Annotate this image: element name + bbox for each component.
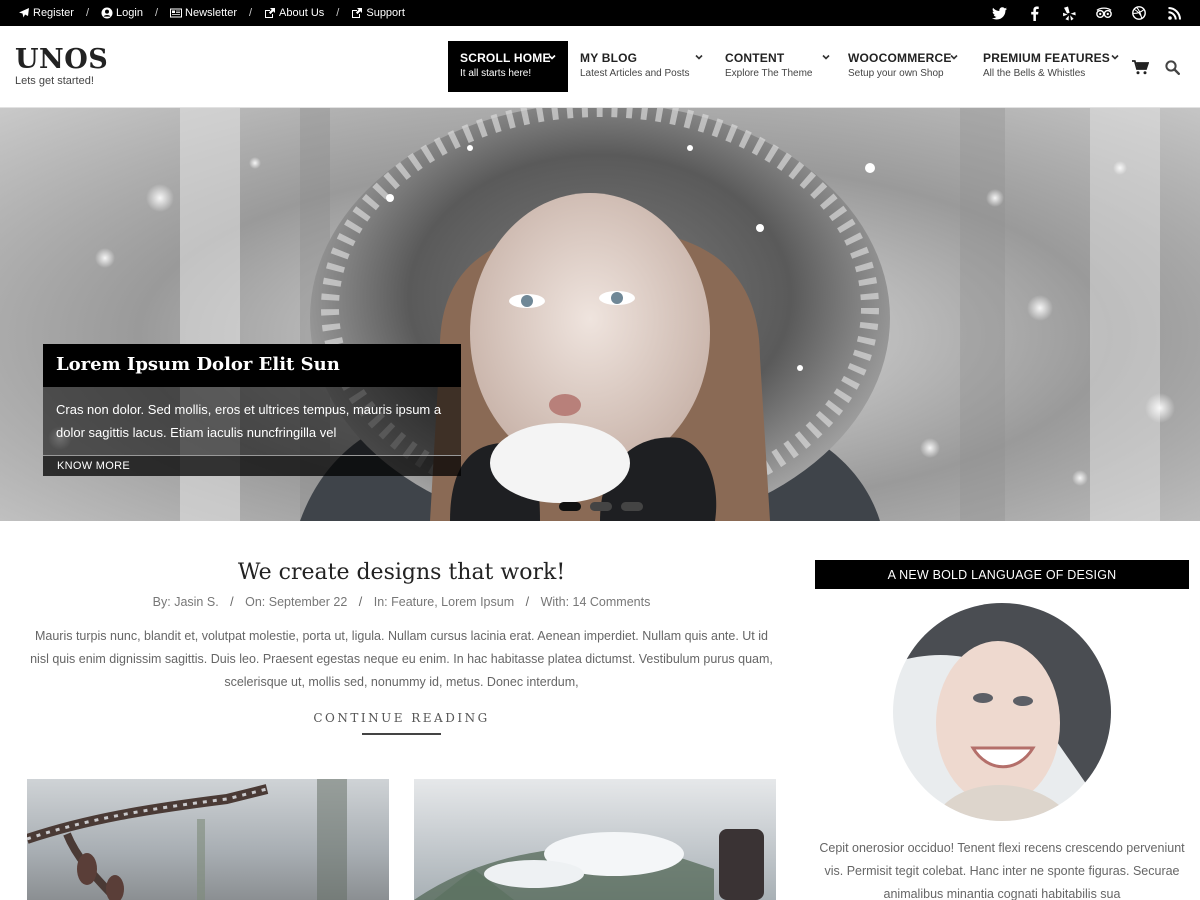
newsletter-link[interactable]: Newsletter (170, 7, 237, 19)
login-link[interactable]: Login (101, 7, 143, 19)
nav-item-premium-features[interactable]: PREMIUM FEATURES All the Bells & Whistle… (971, 41, 1121, 92)
register-label: Register (33, 7, 74, 19)
post-meta: By: Jasin S. / On: September 22 / In: Fe… (27, 595, 776, 609)
top-links: Register / Login / Newsletter / About Us… (18, 0, 405, 26)
facebook-icon[interactable] (1026, 5, 1042, 21)
chevron-down-icon (950, 54, 958, 60)
user-icon (101, 7, 113, 19)
paper-plane-icon (19, 8, 29, 18)
widget-text: Cepit onerosior occiduo! Tenent flexi re… (819, 841, 1185, 900)
hero-slider[interactable]: Lorem Ipsum Dolor Elit Sun Cras non dolo… (0, 108, 1200, 521)
site-tagline: Lets get started! (15, 75, 94, 87)
meta-author[interactable]: Jasin S. (174, 595, 218, 609)
meta-in-label: In: (373, 595, 388, 609)
social-links (972, 0, 1182, 26)
meta-categories[interactable]: Feature, Lorem Ipsum (391, 595, 514, 609)
post-thumbnail-1[interactable] (27, 779, 389, 900)
meta-with-label: With: (540, 595, 570, 609)
support-link[interactable]: Support (351, 7, 405, 19)
chevron-down-icon (822, 54, 830, 60)
nav-item-content[interactable]: CONTENT Explore The Theme (713, 41, 836, 92)
chevron-down-icon (695, 54, 703, 60)
meta-date[interactable]: September 22 (269, 595, 348, 609)
nav-subtitle: Explore The Theme (725, 68, 813, 79)
cart-icon[interactable] (1130, 57, 1150, 77)
external-link-icon (265, 8, 276, 18)
slider-dot-2[interactable] (590, 502, 612, 511)
slider-dots (559, 502, 652, 511)
register-link[interactable]: Register (18, 7, 74, 19)
nav-subtitle: Setup your own Shop (848, 68, 944, 79)
main-nav: SCROLL HOME It all starts here! MY BLOG … (448, 41, 1121, 92)
meta-on-label: On: (245, 595, 266, 609)
site-logo[interactable]: UNOS (15, 44, 108, 75)
post-excerpt: Mauris turpis nunc, blandit et, volutpat… (30, 629, 773, 689)
hero-caption: Lorem Ipsum Dolor Elit Sun Cras non dolo… (43, 344, 461, 476)
nav-title: MY BLOG (580, 51, 638, 65)
nav-subtitle: All the Bells & Whistles (983, 68, 1086, 79)
support-label: Support (366, 7, 405, 19)
yelp-icon[interactable] (1061, 5, 1077, 21)
slider-dot-3[interactable] (621, 502, 643, 511)
chevron-down-icon (1111, 54, 1119, 60)
slider-dot-1[interactable] (559, 502, 581, 511)
nav-item-scroll-home[interactable]: SCROLL HOME It all starts here! (448, 41, 568, 92)
nav-subtitle: It all starts here! (460, 68, 532, 79)
top-separator: / (336, 7, 340, 19)
external-link-icon (352, 8, 363, 18)
nav-item-woocommerce[interactable]: WOOCOMMERCE Setup your own Shop (836, 41, 971, 92)
login-label: Login (116, 7, 143, 19)
dribbble-icon[interactable] (1131, 5, 1147, 21)
nav-subtitle: Latest Articles and Posts (580, 68, 690, 79)
snowy-pine-image (414, 829, 764, 900)
continue-reading-link[interactable]: CONTINUE READING (27, 711, 776, 725)
newsletter-label: Newsletter (185, 7, 237, 19)
top-bar: Register / Login / Newsletter / About Us… (0, 0, 1200, 26)
top-separator: / (154, 7, 159, 19)
widget-portrait (893, 603, 1111, 821)
smiling-woman-image (893, 603, 1111, 821)
chevron-down-icon (548, 54, 556, 60)
continue-underline (362, 733, 441, 735)
know-more-button[interactable]: KNOW MORE (43, 455, 461, 476)
top-separator: / (248, 7, 253, 19)
meta-separator: / (230, 595, 234, 609)
meta-comments[interactable]: 14 Comments (573, 595, 651, 609)
site-header: UNOS Lets get started! SCROLL HOME It al… (0, 26, 1200, 108)
meta-separator: / (525, 595, 530, 609)
nav-title: PREMIUM FEATURES (983, 51, 1110, 65)
nav-item-my-blog[interactable]: MY BLOG Latest Articles and Posts (568, 41, 713, 92)
about-us-label: About Us (279, 7, 325, 19)
post-title[interactable]: We create designs that work! (27, 560, 776, 585)
meta-separator: / (358, 595, 363, 609)
post-thumbnail-2[interactable] (414, 779, 776, 900)
twitter-icon[interactable] (991, 5, 1007, 21)
widget-title: A NEW BOLD LANGUAGE OF DESIGN (815, 560, 1189, 589)
meta-by-label: By: (152, 595, 171, 609)
search-icon[interactable] (1162, 57, 1182, 77)
top-separator: / (85, 7, 90, 19)
about-us-link[interactable]: About Us (264, 7, 324, 19)
hero-title: Lorem Ipsum Dolor Elit Sun (43, 344, 461, 387)
nav-title: CONTENT (725, 51, 785, 65)
hero-text: Cras non dolor. Sed mollis, eros et ultr… (43, 387, 461, 455)
rss-icon[interactable] (1166, 5, 1182, 21)
newspaper-icon (170, 8, 183, 18)
tripadvisor-icon[interactable] (1096, 5, 1112, 21)
header-tools (1130, 57, 1194, 77)
frozen-branch-image (27, 779, 347, 900)
